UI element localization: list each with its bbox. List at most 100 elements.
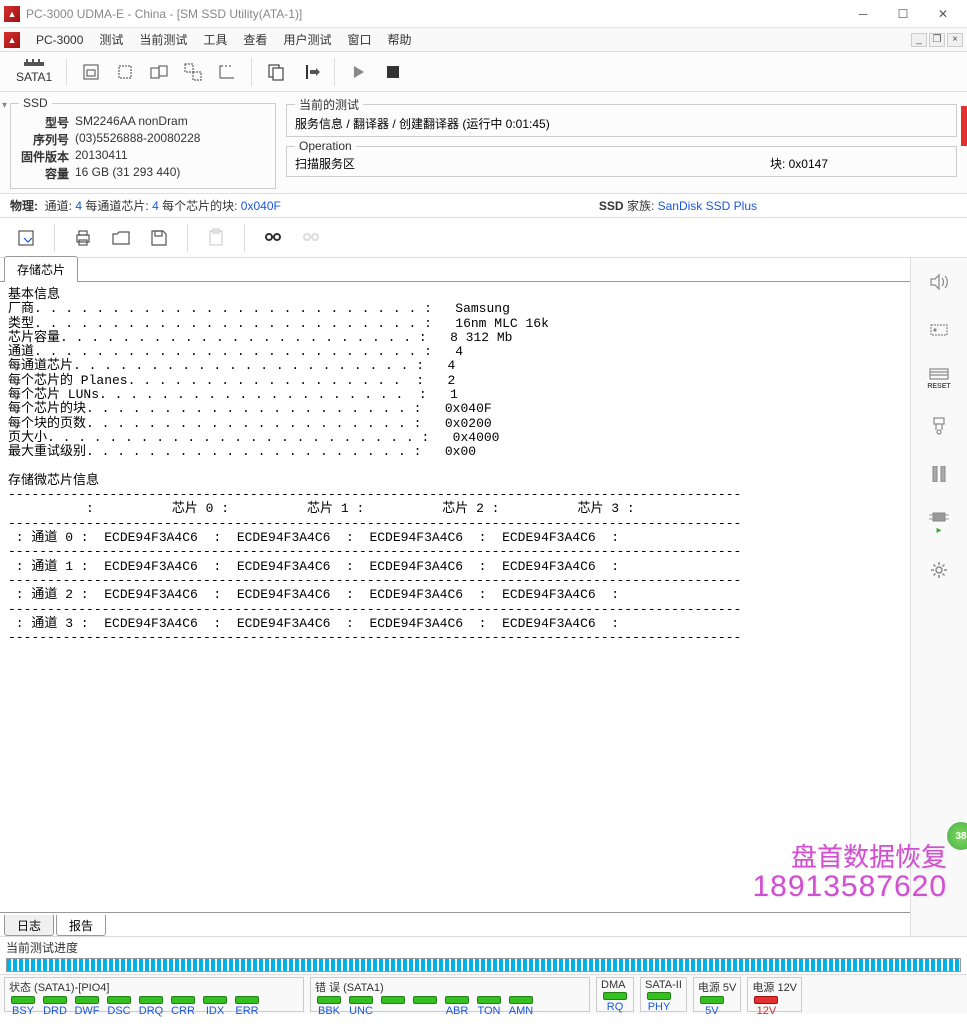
- find-button[interactable]: [257, 222, 289, 254]
- led-BBK: BBK: [315, 996, 343, 1017]
- blocks-per-chip-label: 每个芯片的块:: [162, 197, 237, 214]
- copy-button[interactable]: [260, 56, 292, 88]
- window-title: PC-3000 UDMA-E - China - [SM SSD Utility…: [26, 7, 843, 21]
- progress-bar: [6, 958, 961, 972]
- watermark-text: 盘首数据恢复: [791, 837, 947, 874]
- mdi-restore-button[interactable]: ❐: [929, 33, 945, 47]
- family-value: SanDisk SSD Plus: [658, 199, 757, 213]
- minimize-button[interactable]: ─: [843, 2, 883, 26]
- progress-section: 当前测试进度: [0, 936, 967, 974]
- chip-button[interactable]: [919, 314, 959, 346]
- cap-value: 16 GB (31 293 440): [75, 165, 180, 182]
- report-text-area: 基本信息 厂商. . . . . . . . . . . . . . . . .…: [0, 282, 910, 912]
- tab-log[interactable]: 日志: [4, 915, 54, 936]
- led-UNC: UNC: [347, 996, 375, 1017]
- connector-button[interactable]: [919, 410, 959, 442]
- settings-button[interactable]: [919, 554, 959, 586]
- status-sata2-label: SATA-II: [645, 979, 682, 991]
- model-label: 型号: [19, 114, 75, 131]
- close-button[interactable]: ✕: [923, 2, 963, 26]
- cap-label: 容量: [19, 165, 75, 182]
- top-tabstrip: 存储芯片: [0, 258, 910, 282]
- reset-label: RESET: [927, 383, 950, 390]
- led-5V: 5V: [698, 996, 726, 1017]
- serial-label: 序列号: [19, 131, 75, 148]
- sound-button[interactable]: [919, 266, 959, 298]
- status-sata-label: 状态 (SATA1)-[PIO4]: [9, 979, 299, 995]
- led-ERR: ERR: [233, 996, 261, 1017]
- menu-tools[interactable]: 工具: [195, 28, 235, 51]
- mdi-minimize-button[interactable]: _: [911, 33, 927, 47]
- status-dma-label: DMA: [601, 979, 629, 991]
- play-button[interactable]: [343, 56, 375, 88]
- statusbar: 状态 (SATA1)-[PIO4] BSYDRDDWFDSCDRQCRRIDXE…: [0, 974, 967, 1014]
- app-icon-small: ▲: [4, 32, 20, 48]
- sata-port-indicator[interactable]: SATA1: [10, 59, 58, 84]
- led-blank: [411, 996, 439, 1017]
- save-button[interactable]: [143, 222, 175, 254]
- tool-btn-5[interactable]: [211, 56, 243, 88]
- led-PHY: PHY: [645, 992, 673, 1013]
- red-strip-icon: [961, 106, 967, 146]
- channel-value: 4: [75, 199, 82, 213]
- led-DWF: DWF: [73, 996, 101, 1017]
- stop-button[interactable]: [377, 56, 409, 88]
- mdi-close-button[interactable]: ×: [947, 33, 963, 47]
- menu-view[interactable]: 查看: [235, 28, 275, 51]
- ssd-info-group: SSD 型号SM2246AA nonDram 序列号(03)5526888-20…: [10, 96, 276, 189]
- led-IDX: IDX: [201, 996, 229, 1017]
- led-DSC: DSC: [105, 996, 133, 1017]
- main-area: 存储芯片 基本信息 厂商. . . . . . . . . . . . . . …: [0, 258, 967, 936]
- open-button[interactable]: [105, 222, 137, 254]
- current-test-text: 服务信息 / 翻译器 / 创建翻译器 (运行中 0:01:45): [295, 115, 948, 132]
- fw-value: 20130411: [75, 148, 128, 165]
- bottom-tabstrip: 日志 报告: [0, 912, 910, 936]
- info-panel: ▾ SSD 型号SM2246AA nonDram 序列号(03)5526888-…: [0, 92, 967, 194]
- status-group-errors: 错 误 (SATA1) BBKUNCABRTONAMN: [310, 977, 590, 1012]
- menu-current-test[interactable]: 当前测试: [131, 28, 195, 51]
- tab-report[interactable]: 报告: [56, 915, 106, 936]
- operation-text: 扫描服务区: [295, 155, 355, 172]
- export-button[interactable]: [10, 222, 42, 254]
- led-12V: 12V: [752, 996, 780, 1017]
- model-value: SM2246AA nonDram: [75, 114, 188, 131]
- status-12v-label: 电源 12V: [752, 979, 797, 995]
- status-errors-label: 错 误 (SATA1): [315, 979, 585, 995]
- app-icon: ▲: [4, 6, 20, 22]
- tool-btn-1[interactable]: [75, 56, 107, 88]
- brand-label[interactable]: PC-3000: [28, 28, 91, 51]
- menu-test[interactable]: 测试: [91, 28, 131, 51]
- chip2-button[interactable]: ▸: [919, 506, 959, 538]
- menu-help[interactable]: 帮助: [379, 28, 419, 51]
- exit-button[interactable]: [294, 56, 326, 88]
- tool-btn-3[interactable]: [143, 56, 175, 88]
- menubar: ▲ PC-3000 测试 当前测试 工具 查看 用户测试 窗口 帮助 _ ❐ ×: [0, 28, 967, 52]
- led-DRD: DRD: [41, 996, 69, 1017]
- status-group-12v: 电源 12V 12V: [747, 977, 802, 1012]
- channel-label: 通道:: [45, 197, 72, 214]
- chips-per-ch-label: 每通道芯片:: [85, 197, 148, 214]
- find-next-button[interactable]: [295, 222, 327, 254]
- operation-legend: Operation: [295, 139, 356, 153]
- paste-button[interactable]: [200, 222, 232, 254]
- tool-btn-2[interactable]: [109, 56, 141, 88]
- ssd-legend: SSD: [19, 96, 52, 110]
- physical-info-bar: 物理: 通道: 4 每通道芯片: 4 每个芯片的块: 0x040F SSD 家族…: [0, 194, 967, 218]
- status-group-5v: 电源 5V 5V: [693, 977, 742, 1012]
- maximize-button[interactable]: ☐: [883, 2, 923, 26]
- tab-storage-chip[interactable]: 存储芯片: [4, 256, 78, 282]
- menu-window[interactable]: 窗口: [339, 28, 379, 51]
- current-test-legend: 当前的测试: [295, 96, 363, 113]
- ssd-label: SSD: [599, 199, 624, 213]
- tool-btn-4[interactable]: [177, 56, 209, 88]
- blocks-per-chip-value: 0x040F: [241, 199, 281, 213]
- pause-button[interactable]: [919, 458, 959, 490]
- menu-user-test[interactable]: 用户测试: [275, 28, 339, 51]
- sata-port-label: SATA1: [16, 70, 52, 84]
- phys-label: 物理:: [10, 197, 38, 214]
- titlebar: ▲ PC-3000 UDMA-E - China - [SM SSD Utili…: [0, 0, 967, 28]
- reset-button[interactable]: RESET: [919, 362, 959, 394]
- fw-label: 固件版本: [19, 148, 75, 165]
- print-button[interactable]: [67, 222, 99, 254]
- operation-group: Operation 扫描服务区 块: 0x0147: [286, 139, 957, 177]
